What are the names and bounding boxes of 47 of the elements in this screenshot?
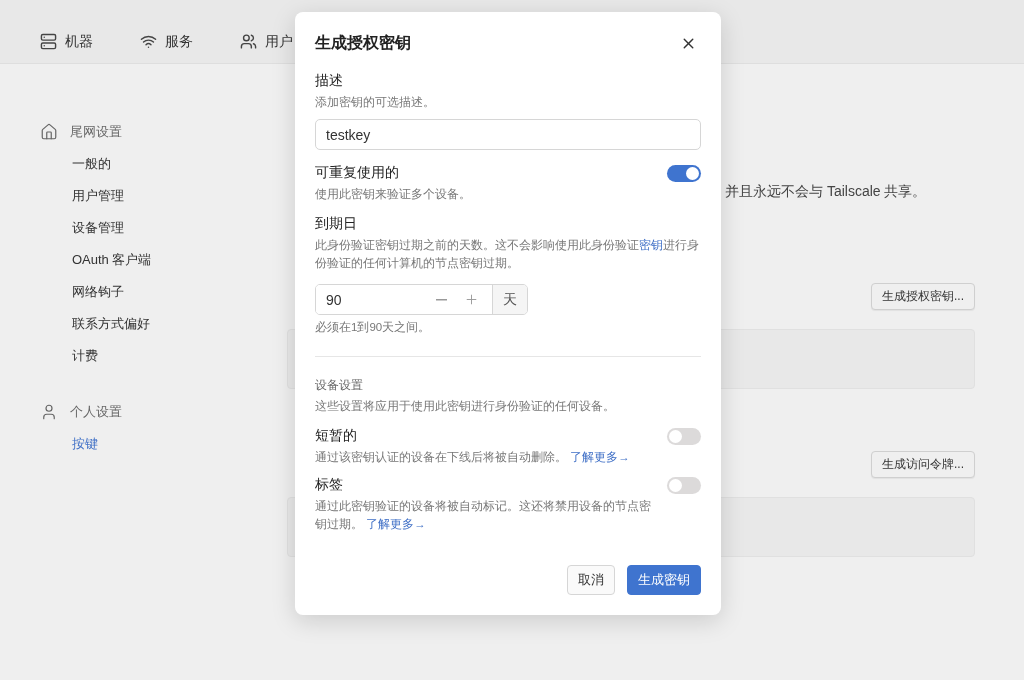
minus-icon	[435, 298, 447, 301]
field-label: 短暂的	[315, 427, 357, 445]
person-icon	[40, 403, 58, 421]
field-hint: 通过此密钥验证的设备将被自动标记。这还将禁用设备的节点密钥过期。 了解更多→	[315, 499, 652, 532]
field-note: 必须在1到90天之间。	[315, 320, 432, 335]
server-icon	[40, 33, 57, 50]
dialog-title: 生成授权密钥	[315, 32, 411, 53]
key-link[interactable]: 密钥	[639, 239, 663, 251]
learn-more-link[interactable]: 了解更多→	[570, 451, 630, 463]
home-icon	[40, 123, 58, 141]
description-text: 并且永远不会与 Tailscale 共享。	[725, 183, 928, 201]
field-hint: 此身份验证密钥过期之前的天数。这不会影响使用此身份验证密钥进行身份验证的任何计算机的节点密钥过期。	[315, 238, 700, 271]
cancel-button[interactable]: 取消	[567, 565, 615, 595]
field-hint: 添加密钥的可选描述。	[315, 95, 436, 110]
field-hint: 通过该密钥认证的设备在下线后将被自动删除。 了解更多→	[315, 450, 631, 465]
toggle-switch[interactable]	[667, 164, 701, 182]
generate-button[interactable]: 生成授权密钥...	[871, 283, 975, 310]
unit-label: 天	[492, 285, 527, 314]
field-label: 可重复使用的	[315, 164, 399, 182]
section-heading: 设备设置	[315, 377, 364, 394]
sidebar-group-label: 尾网设置	[70, 123, 122, 141]
generate-key-button[interactable]: 生成密钥	[627, 565, 701, 595]
users-icon	[240, 33, 257, 50]
sidebar-item[interactable]: 计费	[40, 340, 247, 372]
generate-button[interactable]: 生成访问令牌...	[871, 451, 975, 478]
field-label: 标签	[315, 476, 343, 494]
sidebar-item[interactable]: 联系方式偏好	[40, 308, 247, 340]
sidebar-item[interactable]: 设备管理	[40, 212, 247, 244]
sidebar-item[interactable]: 用户管理	[40, 180, 247, 212]
toggle-switch[interactable]	[667, 476, 701, 494]
sidebar-item[interactable]: 一般的	[40, 148, 247, 180]
description-input[interactable]: testkey	[315, 119, 701, 150]
wifi-icon	[140, 33, 157, 50]
field-label: 到期日	[315, 215, 358, 233]
field-hint: 使用此密钥来验证多个设备。	[315, 187, 472, 202]
nav-tab[interactable]: 服务	[140, 32, 240, 51]
number-stepper[interactable]: 90 天	[315, 284, 528, 315]
sidebar-group-label: 个人设置	[70, 403, 122, 421]
plus-icon	[463, 292, 479, 307]
sidebar-item[interactable]: OAuth 客户端	[40, 244, 247, 276]
field-label: 描述	[315, 72, 344, 90]
toggle-switch[interactable]	[667, 427, 701, 445]
section-hint: 这些设置将应用于使用此密钥进行身份验证的任何设备。	[315, 399, 616, 414]
sidebar-item[interactable]: 网络钩子	[40, 276, 247, 308]
sidebar-item[interactable]: 按键	[40, 428, 247, 460]
learn-more-link[interactable]: 了解更多→	[366, 518, 426, 530]
nav-tab[interactable]: 机器	[40, 32, 140, 51]
